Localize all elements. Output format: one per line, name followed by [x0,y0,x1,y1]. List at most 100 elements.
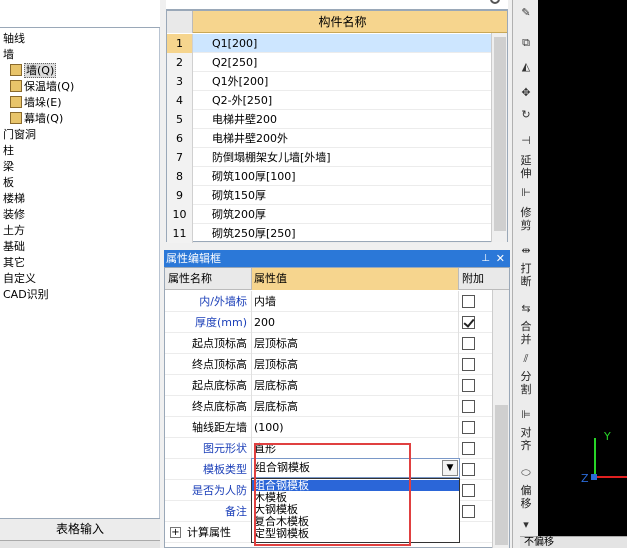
property-row[interactable]: 终点顶标高 层顶标高 [165,354,492,375]
row-number: 2 [167,53,193,72]
tree-item[interactable]: 其它 [3,255,25,271]
property-value[interactable]: (100) [251,417,459,438]
tree-item[interactable]: 轴线 [3,31,25,47]
tree-item[interactable]: 自定义 [3,271,36,287]
tree-item-label: 柱 [3,144,14,157]
property-scroll-thumb[interactable] [495,405,508,545]
chevron-down-icon[interactable]: ▾ [517,518,535,531]
property-row[interactable]: 起点顶标高 层顶标高 [165,333,492,354]
extra-checkbox[interactable] [462,295,475,308]
list-scrollbar[interactable] [491,33,507,242]
table-row[interactable]: 5 电梯井壁200 [167,110,491,129]
table-row[interactable]: 4 Q2-外[250] [167,91,491,110]
table-row[interactable]: 3 Q1外[200] [167,72,491,91]
trim-button[interactable]: 修剪 [519,206,533,232]
table-row[interactable]: 6 电梯井壁200外 [167,129,491,148]
table-row[interactable]: 9 砌筑150厚 [167,186,491,205]
tree-item[interactable]: 墙(Q) [10,63,57,79]
merge-icon[interactable]: ⇆ [517,302,535,315]
tree-item[interactable]: 门窗洞 [3,127,36,143]
break-button[interactable]: 打断 [519,262,533,288]
table-row[interactable]: 8 砌筑100厚[100] [167,167,491,186]
app-window: 轴线墙墙(Q) 保温墙(Q) 墙垛(E) 幕墙(Q) 门窗洞柱梁板楼梯装修 土方 基础 其它自… [0,0,627,548]
list-header-name[interactable]: 构件名称 [194,11,491,33]
extra-checkbox[interactable] [462,358,475,371]
col-property-value: 属性值 [251,268,459,290]
property-row[interactable]: 厚度(mm) 200 [165,312,492,333]
table-row[interactable]: 11 砌筑250厚[250] [167,224,491,243]
tree-item[interactable]: 土方 [3,223,25,239]
split-icon[interactable]: ⫽ [517,352,535,366]
tree-item[interactable]: CAD识别 [3,287,49,303]
split-button[interactable]: 分割 [519,370,533,396]
origin-marker [591,474,597,480]
property-row[interactable]: 起点底标高 层底标高 [165,375,492,396]
chevron-down-icon[interactable]: ▼ [442,460,458,476]
property-scrollbar[interactable] [492,290,509,548]
table-input-button[interactable]: 表格输入 [0,518,160,540]
close-icon[interactable]: ✕ [496,250,505,267]
pin-icon[interactable]: ⊥ [481,250,490,267]
y-axis-line [594,438,596,478]
tree-item[interactable]: 保温墙(Q) [10,79,74,95]
tree-item[interactable]: 楼梯 [3,191,25,207]
property-value[interactable]: 200 [251,312,459,333]
table-row[interactable]: 10 砌筑200厚 [167,205,491,224]
property-value[interactable]: 层底标高 [251,375,459,396]
drawing-canvas[interactable] [538,0,627,548]
z-axis-label: Z [581,472,589,485]
merge-button[interactable]: 合并 [519,320,533,346]
expand-icon[interactable]: + [170,527,181,538]
extra-checkbox[interactable] [462,379,475,392]
offset-icon[interactable]: ⬭ [517,466,535,480]
offset-button[interactable]: 偏移 [519,484,533,510]
pencil-icon[interactable]: ✎ [517,6,535,19]
table-row[interactable]: 7 防倒塌棚架女儿墙[外墙] [167,148,491,167]
extra-checkbox[interactable] [462,400,475,413]
extra-checkbox[interactable] [462,337,475,350]
list-scroll-thumb[interactable] [494,37,506,231]
property-value[interactable]: 层底标高 [251,396,459,417]
extend-button[interactable]: 延伸 [519,154,533,180]
move-icon[interactable]: ✥ [517,86,535,99]
tree-item-label: 墙(Q) [24,63,57,78]
align-icon[interactable]: ⊫ [517,408,535,421]
mirror-icon[interactable]: ◭ [517,60,535,73]
list-search-bar[interactable] [166,0,508,10]
extra-checkbox[interactable] [462,484,475,497]
property-value[interactable]: 层顶标高 [251,333,459,354]
property-row[interactable]: 终点底标高 层底标高 [165,396,492,417]
tree-item[interactable]: 梁 [3,159,14,175]
table-row[interactable]: 1 Q1[200] [167,34,491,53]
row-number: 3 [167,72,193,91]
extra-checkbox[interactable] [462,505,475,518]
tree-item[interactable]: 装修 [3,207,25,223]
extra-checkbox[interactable] [462,421,475,434]
tree-item[interactable]: 基础 [3,239,25,255]
row-number: 8 [167,167,193,186]
component-name: 电梯井壁200 [212,113,277,126]
break-icon[interactable]: ⇹ [517,244,535,257]
tree-item-label: 自定义 [3,272,36,285]
tree-item[interactable]: 墙垛(E) [10,95,62,111]
extra-checkbox[interactable] [462,463,475,476]
property-name: 起点底标高 [192,379,247,392]
extend-icon[interactable]: ⊣ [517,134,535,147]
search-icon[interactable] [490,0,500,4]
copy-icon[interactable]: ⧉ [517,36,535,50]
tree-item[interactable]: 板 [3,175,14,191]
extra-checkbox[interactable] [462,316,475,329]
trim-icon[interactable]: ⊩ [517,186,535,199]
tree-item[interactable]: 幕墙(Q) [10,111,63,127]
align-button[interactable]: 对齐 [519,426,533,452]
table-row[interactable]: 2 Q2[250] [167,53,491,72]
property-row[interactable]: 轴线距左墙 (100) [165,417,492,438]
tree-item[interactable]: 柱 [3,143,14,159]
rotate-icon[interactable]: ↻ [517,108,535,121]
property-value[interactable]: 层顶标高 [251,354,459,375]
property-value[interactable]: 内墙 [251,291,459,312]
extra-checkbox[interactable] [462,442,475,455]
property-row[interactable]: 内/外墙标 内墙 [165,291,492,312]
tree-item[interactable]: 墙 [3,47,14,63]
tree-item-label: 楼梯 [3,192,25,205]
